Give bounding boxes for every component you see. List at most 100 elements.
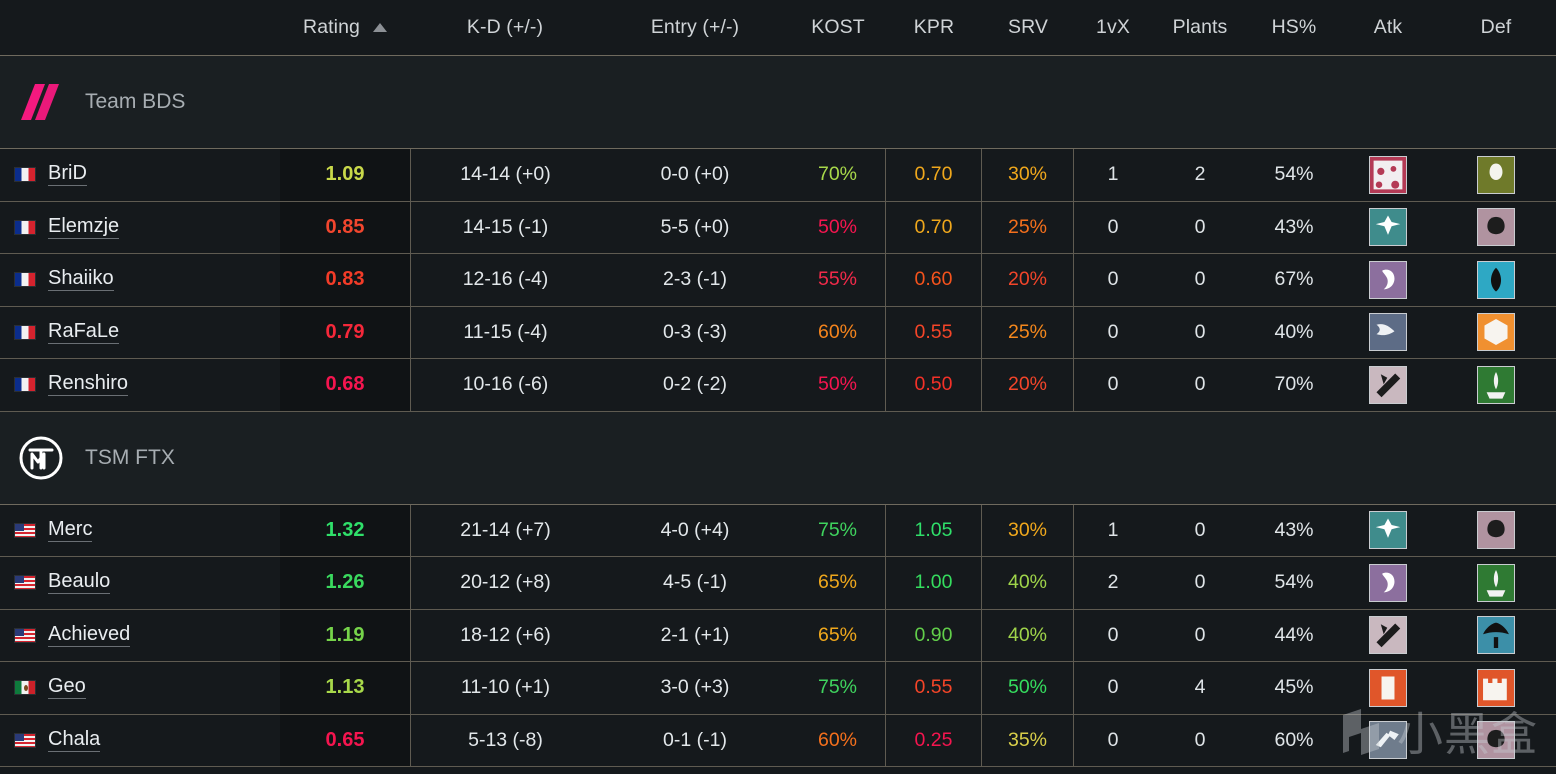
player-cell[interactable]: Chala	[0, 715, 280, 767]
operator-icon-jager[interactable]	[1477, 260, 1515, 299]
column-header-kd[interactable]: K-D (+/-)	[410, 16, 600, 39]
srv-cell: 25%	[982, 306, 1074, 358]
column-header-1vx[interactable]: 1vX	[1074, 16, 1152, 39]
player-name-link[interactable]: Renshiro	[48, 373, 129, 397]
operator-icon-caveira[interactable]	[1477, 721, 1515, 760]
column-header-plants[interactable]: Plants	[1152, 16, 1248, 39]
kost-value: 75%	[817, 518, 858, 541]
operator-icon-kapkan[interactable]	[1477, 563, 1515, 602]
plants-value: 0	[1194, 728, 1206, 751]
atk-operator-cell[interactable]	[1340, 610, 1436, 662]
player-row[interactable]: RaFaLe 0.79 11-15 (-4) 0-3 (-3) 60% 0.55 25% 0 0…	[0, 306, 1556, 359]
player-row[interactable]: Merc 1.32 21-14 (+7) 4-0 (+4) 75% 1.05 30% 1 0 43…	[0, 504, 1556, 557]
country-flag-icon	[14, 575, 36, 591]
operator-icon-nomad[interactable]	[1369, 511, 1407, 550]
player-cell[interactable]: RaFaLe	[0, 307, 280, 359]
player-name-link[interactable]: BriD	[48, 163, 87, 187]
player-cell[interactable]: Achieved	[0, 610, 280, 662]
atk-operator-cell[interactable]	[1340, 307, 1436, 359]
player-row[interactable]: Chala 0.65 5-13 (-8) 0-1 (-1) 60% 0.25 35% 0 0 60…	[0, 714, 1556, 767]
column-header-kpr[interactable]: KPR	[886, 16, 982, 39]
operator-icon-zofia[interactable]	[1369, 260, 1407, 299]
column-header-entry[interactable]: Entry (+/-)	[600, 16, 790, 39]
operator-icon-buck[interactable]	[1369, 616, 1407, 655]
atk-operator-cell[interactable]	[1340, 557, 1436, 609]
column-header-hs[interactable]: HS%	[1248, 16, 1340, 39]
player-name-link[interactable]: Geo	[48, 676, 86, 700]
kpr-cell: 0.25	[886, 714, 982, 766]
atk-operator-cell[interactable]	[1340, 149, 1436, 201]
def-operator-cell[interactable]	[1436, 662, 1556, 714]
kpr-value: 0.60	[914, 268, 953, 291]
plants-value: 0	[1194, 623, 1206, 646]
rating-cell: 1.32	[280, 504, 410, 556]
operator-icon-jackal[interactable]	[1369, 155, 1407, 194]
player-cell[interactable]: Beaulo	[0, 557, 280, 609]
column-header-def[interactable]: Def	[1436, 16, 1556, 39]
column-header-kost[interactable]: KOST	[790, 16, 886, 39]
atk-operator-cell[interactable]	[1340, 662, 1436, 714]
def-operator-cell[interactable]	[1436, 557, 1556, 609]
hs-cell: 43%	[1248, 202, 1340, 254]
hs-value: 44%	[1274, 623, 1314, 646]
player-cell[interactable]: Renshiro	[0, 359, 280, 411]
operator-icon-ash[interactable]	[1369, 721, 1407, 760]
operator-icon-smoke[interactable]	[1477, 616, 1515, 655]
column-header-srv[interactable]: SRV	[982, 16, 1074, 39]
player-name-link[interactable]: Elemzje	[48, 216, 120, 239]
player-row[interactable]: Achieved 1.19 18-12 (+6) 2-1 (+1) 65% 0.90 40%…	[0, 609, 1556, 662]
hs-value: 43%	[1274, 518, 1314, 541]
player-name-link[interactable]: Achieved	[48, 624, 131, 647]
operator-icon-caveira[interactable]	[1477, 208, 1515, 247]
def-operator-cell[interactable]	[1436, 202, 1556, 254]
def-operator-cell[interactable]	[1436, 359, 1556, 411]
def-operator-cell[interactable]	[1436, 149, 1556, 201]
operator-icon-hibana[interactable]	[1369, 668, 1407, 707]
def-operator-cell[interactable]	[1436, 715, 1556, 767]
operator-icon-dokkaebi[interactable]	[1369, 313, 1407, 352]
atk-operator-cell[interactable]	[1340, 254, 1436, 306]
sort-ascending-icon[interactable]	[372, 23, 387, 32]
operator-icon-caveira[interactable]	[1477, 511, 1515, 550]
def-operator-cell[interactable]	[1436, 610, 1556, 662]
operator-icon-castle[interactable]	[1477, 668, 1515, 707]
atk-operator-cell[interactable]	[1340, 505, 1436, 557]
operator-icon-echo[interactable]	[1477, 155, 1515, 194]
operator-icon-kapkan[interactable]	[1477, 365, 1515, 404]
player-row[interactable]: Shaiiko 0.83 12-16 (-4) 2-3 (-1) 55% 0.60 20% 0…	[0, 254, 1556, 307]
atk-operator-cell[interactable]	[1340, 359, 1436, 411]
operator-icon-nomad[interactable]	[1369, 208, 1407, 247]
player-name-link[interactable]: Shaiiko	[48, 268, 114, 292]
entry-cell: 2-1 (+1)	[600, 610, 790, 662]
team-header-row[interactable]: TSM FTX	[0, 411, 1556, 505]
def-operator-cell[interactable]	[1436, 254, 1556, 306]
player-cell[interactable]: BriD	[0, 149, 280, 201]
column-header-rating[interactable]: Rating	[280, 16, 410, 39]
player-name-link[interactable]: Merc	[48, 519, 93, 542]
def-operator-cell[interactable]	[1436, 505, 1556, 557]
kd-value: 12-16 (-4)	[462, 268, 549, 291]
player-name-link[interactable]: RaFaLe	[48, 321, 120, 344]
def-operator-cell[interactable]	[1436, 307, 1556, 359]
player-row[interactable]: Beaulo 1.26 20-12 (+8) 4-5 (-1) 65% 1.00 40% 2 0…	[0, 557, 1556, 610]
kpr-cell: 0.55	[886, 662, 982, 714]
player-cell[interactable]: Merc	[0, 505, 280, 557]
operator-icon-mute[interactable]	[1477, 313, 1515, 352]
player-cell[interactable]: Shaiiko	[0, 254, 280, 306]
player-name-link[interactable]: Chala	[48, 729, 101, 752]
atk-operator-cell[interactable]	[1340, 202, 1436, 254]
player-row[interactable]: Geo 1.13 11-10 (+1) 3-0 (+3) 75% 0.55 50% 0 4 45%	[0, 662, 1556, 715]
player-row[interactable]: Elemzje 0.85 14-15 (-1) 5-5 (+0) 50% 0.70 25% 0…	[0, 201, 1556, 254]
onevx-cell: 0	[1074, 307, 1152, 359]
operator-icon-buck[interactable]	[1369, 365, 1407, 404]
player-row[interactable]: Renshiro 0.68 10-16 (-6) 0-2 (-2) 50% 0.50 20%…	[0, 359, 1556, 412]
column-header-atk[interactable]: Atk	[1340, 16, 1436, 39]
player-name-link[interactable]: Beaulo	[48, 571, 111, 595]
kpr-value: 0.70	[914, 215, 953, 238]
operator-icon-zofia[interactable]	[1369, 563, 1407, 602]
player-cell[interactable]: Elemzje	[0, 202, 280, 254]
atk-operator-cell[interactable]	[1340, 715, 1436, 767]
player-cell[interactable]: Geo	[0, 662, 280, 714]
team-header-row[interactable]: Team BDS	[0, 56, 1556, 149]
player-row[interactable]: BriD 1.09 14-14 (+0) 0-0 (+0) 70% 0.70 30% 1 2 54…	[0, 149, 1556, 202]
